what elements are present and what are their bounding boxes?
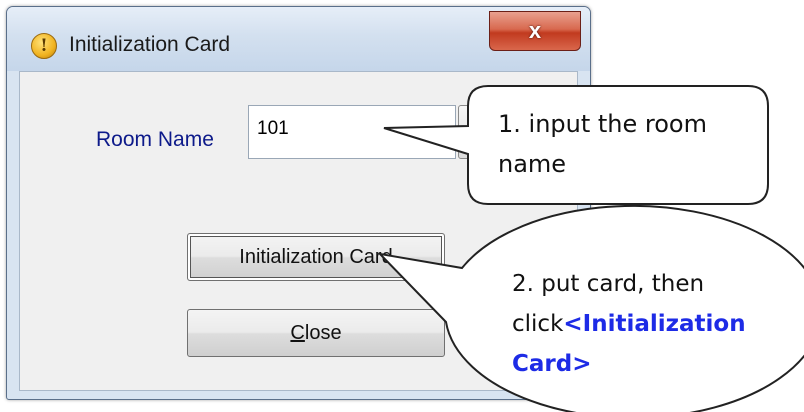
callout-1-text: 1. input the room name — [498, 110, 707, 178]
callout-2-text: 2. put card, then click<Initialization C… — [512, 271, 746, 377]
